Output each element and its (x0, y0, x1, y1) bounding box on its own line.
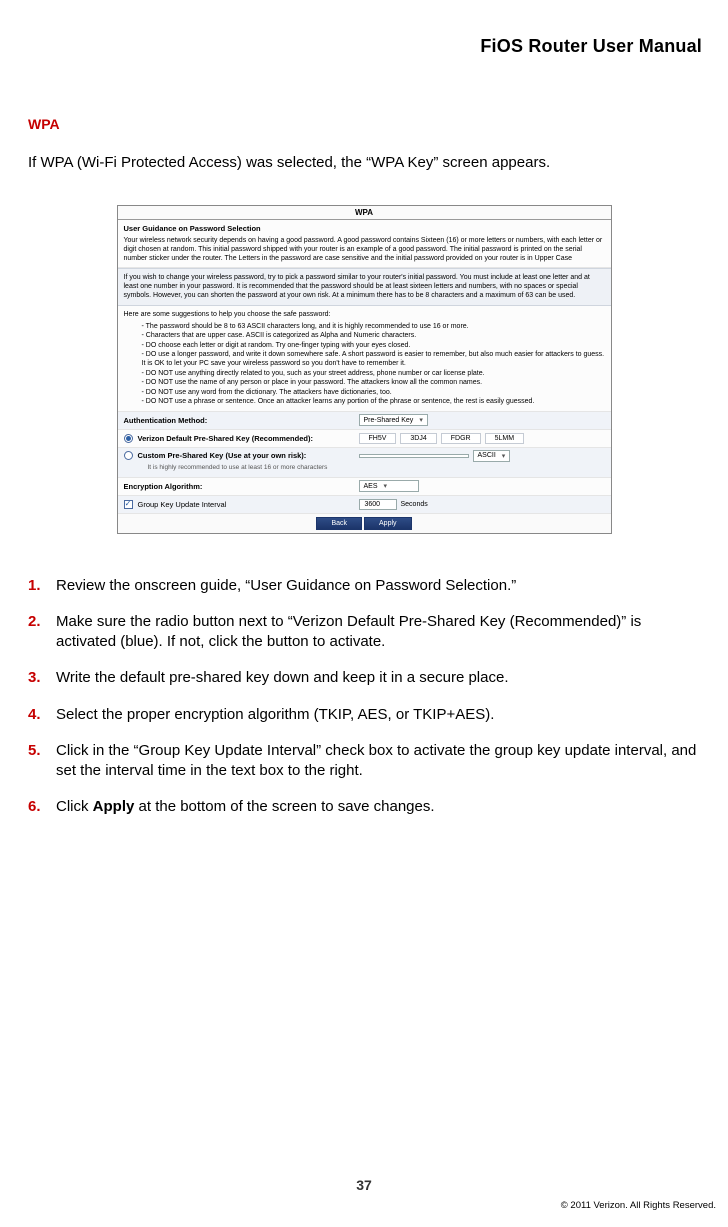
key-segment: 3DJ4 (400, 433, 436, 444)
panel-suggestions: Here are some suggestions to help you ch… (118, 306, 611, 412)
radio-custom-key[interactable] (124, 451, 133, 460)
panel-button-bar: Back Apply (118, 514, 611, 533)
panel-bullet: DO use a longer password, and write it d… (142, 350, 605, 369)
group-key-row: Group Key Update Interval 3600 Seconds (118, 496, 611, 514)
panel-bullet: DO NOT use the name of any person or pla… (142, 378, 605, 387)
wpa-panel: WPA User Guidance on Password Selection … (117, 205, 612, 534)
page-number: 37 (0, 1177, 728, 1193)
panel-bullet: Characters that are upper case. ASCII is… (142, 331, 605, 340)
panel-guidance-para1: Your wireless network security depends o… (124, 236, 605, 263)
back-button[interactable]: Back (316, 517, 362, 530)
panel-bullet: DO NOT use any word from the dictionary.… (142, 388, 605, 397)
panel-bullet: DO choose each letter or digit at random… (142, 341, 605, 350)
panel-title: WPA (118, 206, 611, 220)
panel-guidance-para3: Here are some suggestions to help you ch… (124, 310, 605, 319)
default-key-row: Verizon Default Pre-Shared Key (Recommen… (118, 430, 611, 448)
custom-key-label: Custom Pre-Shared Key (Use at your own r… (138, 451, 307, 460)
intro-text: If WPA (Wi-Fi Protected Access) was sele… (28, 154, 700, 171)
key-segment: FH5V (359, 433, 397, 444)
panel-bullet: DO NOT use anything directly related to … (142, 369, 605, 378)
screenshot-panel-wrap: WPA User Guidance on Password Selection … (28, 205, 700, 534)
custom-key-input[interactable] (359, 454, 469, 458)
panel-bullets: The password should be 8 to 63 ASCII cha… (142, 322, 605, 407)
auth-method-select[interactable]: Pre-Shared Key (359, 414, 428, 426)
auth-method-label: Authentication Method: (124, 416, 359, 425)
panel-bullet: The password should be 8 to 63 ASCII cha… (142, 322, 605, 331)
page-content: WPA If WPA (Wi-Fi Protected Access) was … (28, 116, 700, 834)
step-item: Click Apply at the bottom of the screen … (28, 797, 700, 817)
section-heading: WPA (28, 116, 700, 132)
apply-button[interactable]: Apply (364, 517, 412, 530)
step-item: Select the proper encryption algorithm (… (28, 705, 700, 725)
custom-key-row: Custom Pre-Shared Key (Use at your own r… (118, 448, 611, 478)
auth-method-row: Authentication Method: Pre-Shared Key (118, 412, 611, 430)
encryption-label: Encryption Algorithm: (124, 482, 359, 491)
step-item: Click in the “Group Key Update Interval”… (28, 741, 700, 782)
default-key-label: Verizon Default Pre-Shared Key (Recommen… (138, 434, 313, 443)
encryption-row: Encryption Algorithm: AES (118, 478, 611, 496)
page-title: FiOS Router User Manual (480, 36, 702, 57)
group-key-interval-input[interactable]: 3600 (359, 499, 397, 510)
custom-key-hint: It is highly recommended to use at least… (124, 462, 605, 475)
key-segment: FDGR (441, 433, 481, 444)
encryption-select[interactable]: AES (359, 480, 419, 492)
step-item: Review the onscreen guide, “User Guidanc… (28, 576, 700, 596)
default-key-values: FH5V 3DJ4 FDGR 5LMM (359, 433, 605, 444)
radio-default-key[interactable] (124, 434, 133, 443)
panel-guidance-para2: If you wish to change your wireless pass… (118, 268, 611, 305)
copyright-text: © 2011 Verizon. All Rights Reserved. (561, 1200, 716, 1211)
panel-bullet: DO NOT use a phrase or sentence. Once an… (142, 397, 605, 406)
panel-guidance-heading: User Guidance on Password Selection (124, 224, 605, 233)
checkbox-group-key[interactable] (124, 500, 133, 509)
steps-list: Review the onscreen guide, “User Guidanc… (28, 576, 700, 818)
group-key-unit: Seconds (401, 501, 428, 508)
key-segment: 5LMM (485, 433, 524, 444)
panel-guidance: User Guidance on Password Selection Your… (118, 220, 611, 268)
custom-charset-select[interactable]: ASCII (473, 450, 511, 462)
group-key-label: Group Key Update Interval (138, 500, 227, 509)
step-item: Make sure the radio button next to “Veri… (28, 612, 700, 653)
step-item: Write the default pre-shared key down an… (28, 668, 700, 688)
